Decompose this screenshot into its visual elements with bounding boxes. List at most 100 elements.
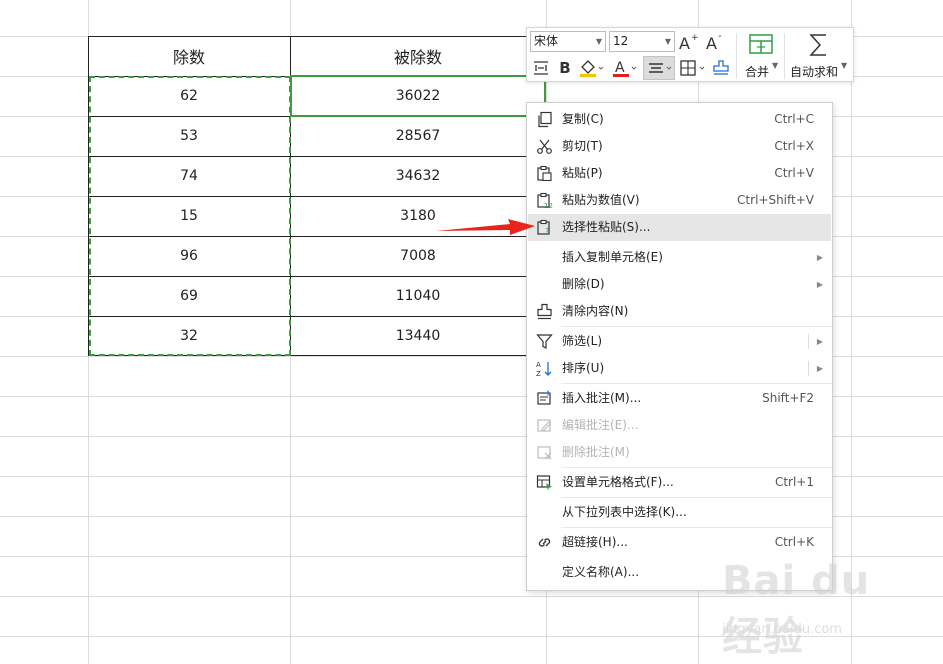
divisor-cell[interactable]: 69 bbox=[88, 276, 290, 316]
align-center-button[interactable] bbox=[643, 56, 675, 80]
context-menu: 复制(C) Ctrl+C 剪切(T) Ctrl+X 粘贴(P) Ctrl+V 1… bbox=[526, 102, 833, 591]
merge-label: 合并 bbox=[745, 65, 770, 79]
dividend-cell[interactable]: 28567 bbox=[290, 116, 546, 156]
table-row: 53 28567 bbox=[88, 116, 546, 156]
menu-item-paste-special[interactable]: ? 选择性粘贴(S)... bbox=[528, 214, 831, 241]
menu-item-delete-comment: 删除批注(M) bbox=[528, 439, 831, 466]
menu-item-insert-copied-cells[interactable]: 插入复制单元格(E) ▶ bbox=[528, 244, 831, 271]
menu-item-label: 插入批注(M)... bbox=[562, 391, 642, 405]
menu-item-shortcut: Shift+F2 bbox=[762, 391, 814, 405]
wrap-text-button[interactable] bbox=[530, 57, 552, 79]
menu-item-label: 定义名称(A)... bbox=[562, 565, 640, 579]
dividend-cell[interactable]: 13440 bbox=[290, 316, 546, 356]
font-name-dropdown[interactable]: 宋体 ▼ bbox=[530, 31, 606, 52]
merge-button[interactable] bbox=[745, 31, 777, 59]
menu-separator bbox=[561, 497, 832, 498]
menu-item-filter[interactable]: 筛选(L) ▶ bbox=[528, 328, 831, 355]
watermark-logo: Bai du 经验 bbox=[722, 558, 871, 660]
menu-item-copy[interactable]: 复制(C) Ctrl+C bbox=[528, 106, 831, 133]
table-border bbox=[290, 36, 291, 356]
chevron-down-icon: ▼ bbox=[772, 61, 779, 70]
menu-item-hyperlink[interactable]: 超链接(H)... Ctrl+K bbox=[528, 529, 831, 556]
merge-cells-icon bbox=[749, 34, 773, 54]
menu-item-label: 选择性粘贴(S)... bbox=[562, 220, 651, 234]
dividend-cell[interactable]: 3180 bbox=[290, 196, 546, 236]
divisor-cell[interactable]: 96 bbox=[88, 236, 290, 276]
header-cell-divisor[interactable]: 除数 bbox=[88, 36, 290, 76]
dividend-cell[interactable]: 34632 bbox=[290, 156, 546, 196]
menu-item-label: 粘贴为数值(V) bbox=[562, 193, 640, 207]
header-cell-dividend[interactable]: 被除数 bbox=[290, 36, 546, 76]
decrease-font-icon: A - bbox=[706, 32, 722, 52]
divisor-cell[interactable]: 62 bbox=[88, 76, 290, 116]
table-border bbox=[88, 36, 89, 356]
menu-divider bbox=[808, 361, 809, 376]
table-row: 96 7008 bbox=[88, 236, 546, 276]
autosum-button[interactable] bbox=[805, 31, 833, 59]
table-border bbox=[88, 355, 546, 356]
sort-icon: A Z bbox=[536, 361, 552, 377]
format-painter-icon bbox=[713, 60, 729, 75]
divisor-cell[interactable]: 74 bbox=[88, 156, 290, 196]
font-size-dropdown[interactable]: 12 ▼ bbox=[609, 31, 675, 52]
fill-bucket-icon bbox=[580, 60, 604, 77]
table-border bbox=[88, 196, 546, 197]
menu-item-delete[interactable]: 删除(D) ▶ bbox=[528, 271, 831, 298]
bold-button[interactable]: B bbox=[555, 57, 575, 79]
autosum-label: 自动求和 bbox=[790, 65, 839, 79]
table-border bbox=[88, 76, 546, 77]
menu-item-shortcut: Ctrl+C bbox=[774, 112, 814, 126]
menu-item-label: 删除(D) bbox=[562, 277, 605, 291]
menu-item-paste-values[interactable]: 12 粘贴为数值(V) Ctrl+Shift+V bbox=[528, 187, 831, 214]
table-row: 74 34632 bbox=[88, 156, 546, 196]
menu-separator bbox=[561, 383, 832, 384]
divisor-cell[interactable]: 15 bbox=[88, 196, 290, 236]
menu-item-insert-comment[interactable]: 插入批注(M)... Shift+F2 bbox=[528, 385, 831, 412]
chevron-down-icon: ▼ bbox=[841, 61, 848, 70]
divisor-cell[interactable]: 53 bbox=[88, 116, 290, 156]
menu-item-edit-comment: 编辑批注(E)... bbox=[528, 412, 831, 439]
submenu-arrow-icon: ▶ bbox=[816, 364, 823, 373]
increase-font-size-button[interactable]: A + bbox=[677, 31, 699, 53]
menu-item-label: 编辑批注(E)... bbox=[562, 418, 639, 432]
table-header-row: 除数 被除数 bbox=[88, 36, 546, 76]
table-row: 32 13440 bbox=[88, 316, 546, 356]
menu-item-label: 清除内容(N) bbox=[562, 304, 629, 318]
menu-item-format-cells[interactable]: 设置单元格格式(F)... Ctrl+1 bbox=[528, 469, 831, 496]
svg-text:12: 12 bbox=[544, 202, 553, 209]
increase-font-icon: A + bbox=[679, 33, 698, 52]
svg-text:Z: Z bbox=[536, 370, 541, 377]
decrease-font-size-button[interactable]: A - bbox=[704, 31, 726, 53]
edit-comment-icon bbox=[537, 419, 552, 432]
filter-icon bbox=[536, 334, 553, 349]
eraser-icon bbox=[537, 303, 552, 320]
baidu-jingyan-watermark: Bai du 经验 jingyan.baidu.com bbox=[722, 558, 922, 660]
dividend-cell[interactable]: 36022 bbox=[290, 76, 546, 116]
dividend-cell[interactable]: 11040 bbox=[290, 276, 546, 316]
chevron-down-icon: ▼ bbox=[664, 37, 671, 46]
menu-item-clear-contents[interactable]: 清除内容(N) bbox=[528, 298, 831, 325]
insert-comment-icon bbox=[537, 390, 551, 405]
borders-button[interactable] bbox=[678, 57, 708, 79]
menu-item-shortcut: Ctrl+X bbox=[774, 139, 814, 153]
menu-separator bbox=[561, 326, 832, 327]
divisor-cell[interactable]: 32 bbox=[88, 316, 290, 356]
dividend-cell[interactable]: 7008 bbox=[290, 236, 546, 276]
menu-item-label: 超链接(H)... bbox=[562, 535, 628, 549]
menu-item-label: 复制(C) bbox=[562, 112, 604, 126]
table-border bbox=[88, 36, 546, 37]
menu-item-shortcut: Ctrl+Shift+V bbox=[737, 193, 814, 207]
sigma-icon bbox=[809, 34, 826, 56]
svg-text:?: ? bbox=[545, 227, 549, 236]
font-color-button[interactable]: A bbox=[610, 57, 638, 79]
svg-text:A: A bbox=[679, 34, 690, 52]
menu-item-cut[interactable]: 剪切(T) Ctrl+X bbox=[528, 133, 831, 160]
menu-item-label: 剪切(T) bbox=[562, 139, 603, 153]
format-painter-button[interactable] bbox=[710, 57, 732, 79]
fill-color-button[interactable] bbox=[577, 57, 605, 79]
menu-item-paste[interactable]: 粘贴(P) Ctrl+V bbox=[528, 160, 831, 187]
font-name-value: 宋体 bbox=[534, 34, 559, 48]
menu-item-pick-from-list[interactable]: 从下拉列表中选择(K)... bbox=[528, 499, 831, 526]
menu-item-sort[interactable]: A Z 排序(U) ▶ bbox=[528, 355, 831, 382]
menu-separator bbox=[561, 467, 832, 468]
